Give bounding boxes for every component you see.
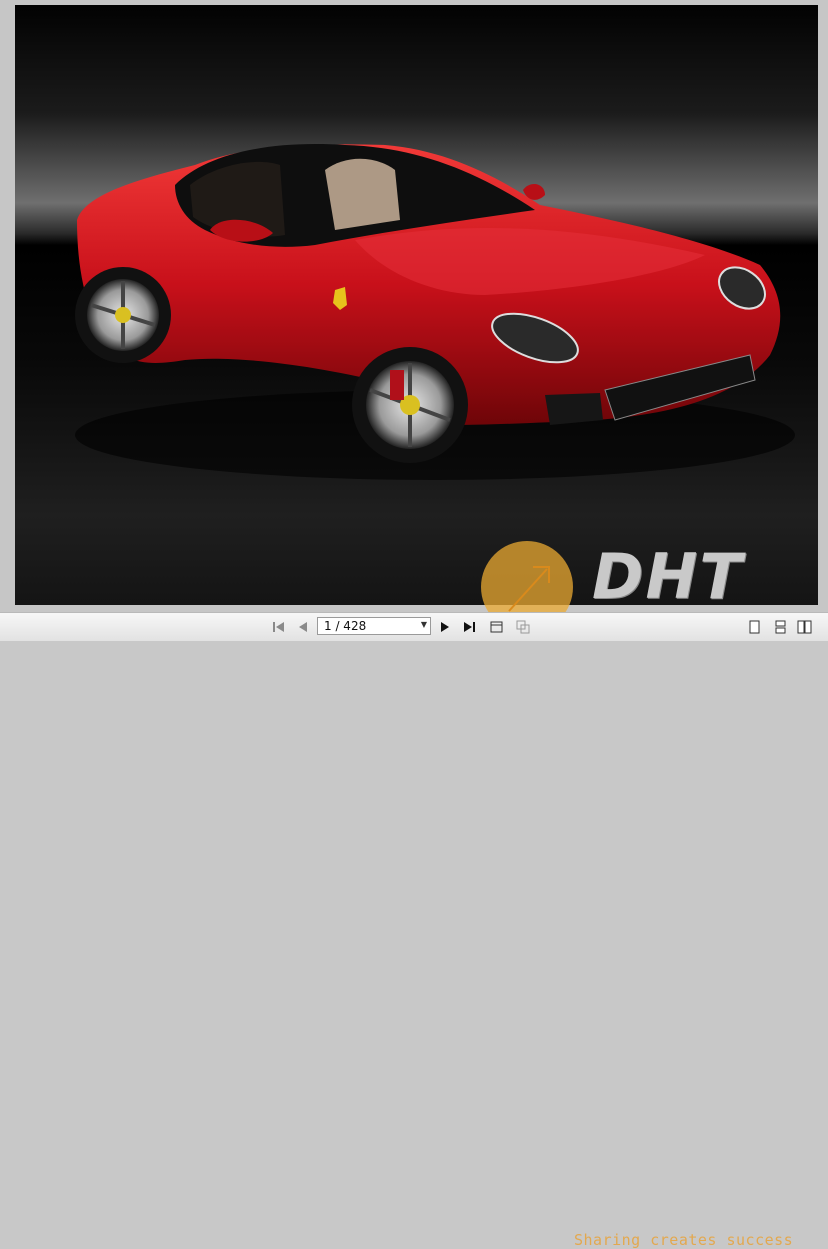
thumbnails-icon[interactable] <box>514 619 532 635</box>
chevron-down-icon[interactable]: ▼ <box>421 620 427 629</box>
watermark-logo: DHT <box>592 540 744 613</box>
red-sports-car-image <box>75 144 795 480</box>
page-number-field[interactable]: 1 / 428 ▼ <box>317 617 431 635</box>
continuous-view-icon[interactable] <box>772 619 790 635</box>
previous-page-icon[interactable] <box>294 619 312 635</box>
fit-page-icon[interactable] <box>488 619 506 635</box>
facing-pages-icon[interactable] <box>796 619 814 635</box>
page-indicator-text: 1 / 428 <box>324 619 367 633</box>
document-viewer <box>0 0 828 612</box>
watermark-tagline: Sharing creates success <box>574 1231 794 1249</box>
next-page-icon[interactable] <box>436 619 454 635</box>
single-page-view-icon[interactable] <box>746 619 764 635</box>
first-page-icon[interactable] <box>270 619 288 635</box>
last-page-icon[interactable] <box>460 619 478 635</box>
viewer-toolbar: 1 / 428 ▼ Sharing creates success <box>0 612 828 1249</box>
pdf-page <box>15 5 818 605</box>
